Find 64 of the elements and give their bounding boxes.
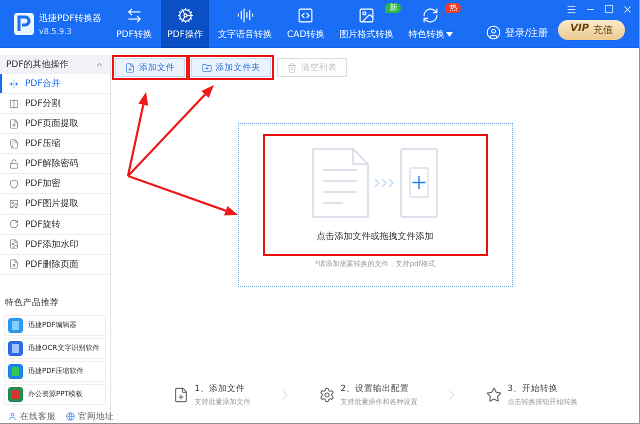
- section-title: 特色产品推荐: [5, 296, 60, 309]
- sidebar-item[interactable]: PDF合并: [0, 74, 110, 94]
- tab-badge: 新: [385, 3, 402, 13]
- menu-icon: [566, 4, 577, 15]
- link-icon: [8, 412, 17, 422]
- app-name: 迅捷PDF转换器: [39, 12, 102, 25]
- footer-link[interactable]: 在线客服: [8, 410, 56, 423]
- step-icon: [172, 387, 188, 403]
- tab-icon: [176, 7, 194, 24]
- step-title: 1、添加文件: [194, 383, 246, 395]
- tab-icon: [297, 7, 314, 24]
- nav-tab[interactable]: 文字语音转换: [212, 0, 278, 48]
- tool-icon: [9, 219, 19, 230]
- sidebar-item[interactable]: PDF页面提取: [0, 114, 110, 134]
- app-logo: [14, 13, 34, 35]
- sidebar-item[interactable]: PDF删除页面: [0, 254, 110, 275]
- step-icon: [318, 387, 334, 403]
- button-icon: [287, 62, 297, 72]
- tab-icon: [236, 7, 254, 24]
- tool-icon: [9, 178, 19, 189]
- tab-icon: [422, 7, 440, 24]
- tool-icon: [9, 239, 19, 250]
- close-icon: [622, 4, 633, 15]
- login-link[interactable]: 登录/注册: [486, 25, 548, 40]
- step-icon: [486, 387, 502, 403]
- tool-icon: [9, 259, 19, 270]
- app-icon: [8, 340, 23, 356]
- toolbar-button[interactable]: 添加文件夹: [191, 58, 271, 77]
- app-icon: [8, 386, 23, 402]
- app-icon: [8, 318, 23, 333]
- tab-badge: 热: [445, 3, 462, 13]
- vip-button[interactable]: VIP 充值: [558, 20, 625, 40]
- tool-icon: [9, 138, 19, 149]
- section-header[interactable]: PDF的其他操作: [0, 55, 110, 74]
- tool-icon: [9, 158, 19, 169]
- app-icon: [8, 364, 23, 379]
- sidebar-item[interactable]: PDF添加水印: [0, 234, 110, 255]
- button-icon: [202, 62, 212, 72]
- link-icon: [66, 412, 75, 422]
- tool-icon: [9, 198, 19, 209]
- sidebar-item[interactable]: PDF分割: [0, 94, 110, 114]
- tool-icon: [9, 98, 19, 109]
- footer-link[interactable]: 官网地址: [66, 410, 114, 423]
- step-title: 2、设置输出配置: [340, 383, 410, 395]
- tab-icon: [358, 7, 375, 24]
- maximize-icon: [604, 4, 614, 14]
- button-icon: [125, 62, 135, 72]
- sidebar-item[interactable]: PDF旋转: [0, 214, 110, 235]
- tool-icon: [9, 118, 19, 129]
- drop-title: 点击添加文件或拖拽文件添加: [316, 230, 434, 243]
- sidebar-item[interactable]: PDF图片提取: [0, 194, 110, 214]
- nav-tab[interactable]: CAD转换: [281, 0, 330, 48]
- nav-tab[interactable]: 新 图片格式转换: [333, 0, 400, 48]
- sidebar-item[interactable]: PDF压缩: [0, 134, 110, 154]
- tab-icon: [126, 7, 142, 24]
- nav-tab[interactable]: PDF转换: [110, 0, 158, 48]
- toolbar-button[interactable]: 添加文件: [115, 58, 185, 77]
- user-icon: [486, 25, 501, 40]
- sidebar-item[interactable]: PDF解除密码: [0, 154, 110, 174]
- nav-tab[interactable]: 热 特色转换: [402, 0, 460, 48]
- sidebar-item[interactable]: PDF加密: [0, 174, 110, 194]
- step-title: 3、开始转换: [508, 383, 559, 395]
- app-version: v8.5.9.3: [39, 27, 73, 36]
- nav-tab[interactable]: PDF操作: [161, 0, 209, 48]
